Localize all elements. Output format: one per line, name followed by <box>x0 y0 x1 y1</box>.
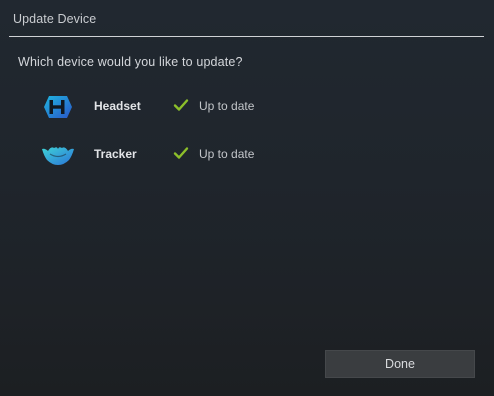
check-icon <box>173 98 189 112</box>
device-row-tracker[interactable]: Tracker Up to date <box>38 140 318 170</box>
title-divider <box>9 36 484 37</box>
update-device-dialog: Update Device Which device would you lik… <box>0 0 494 396</box>
device-prompt: Which device would you like to update? <box>18 55 243 69</box>
device-status: Up to date <box>199 147 255 161</box>
device-status: Up to date <box>199 99 255 113</box>
check-icon <box>173 146 189 160</box>
tracker-icon <box>40 142 76 168</box>
done-button[interactable]: Done <box>325 350 475 378</box>
device-row-headset[interactable]: Headset Up to date <box>38 92 318 122</box>
device-name: Headset <box>94 99 141 113</box>
headset-hex-icon <box>40 94 76 120</box>
device-name: Tracker <box>94 147 137 161</box>
dialog-title: Update Device <box>13 12 97 26</box>
title-bar: Update Device <box>0 0 494 36</box>
